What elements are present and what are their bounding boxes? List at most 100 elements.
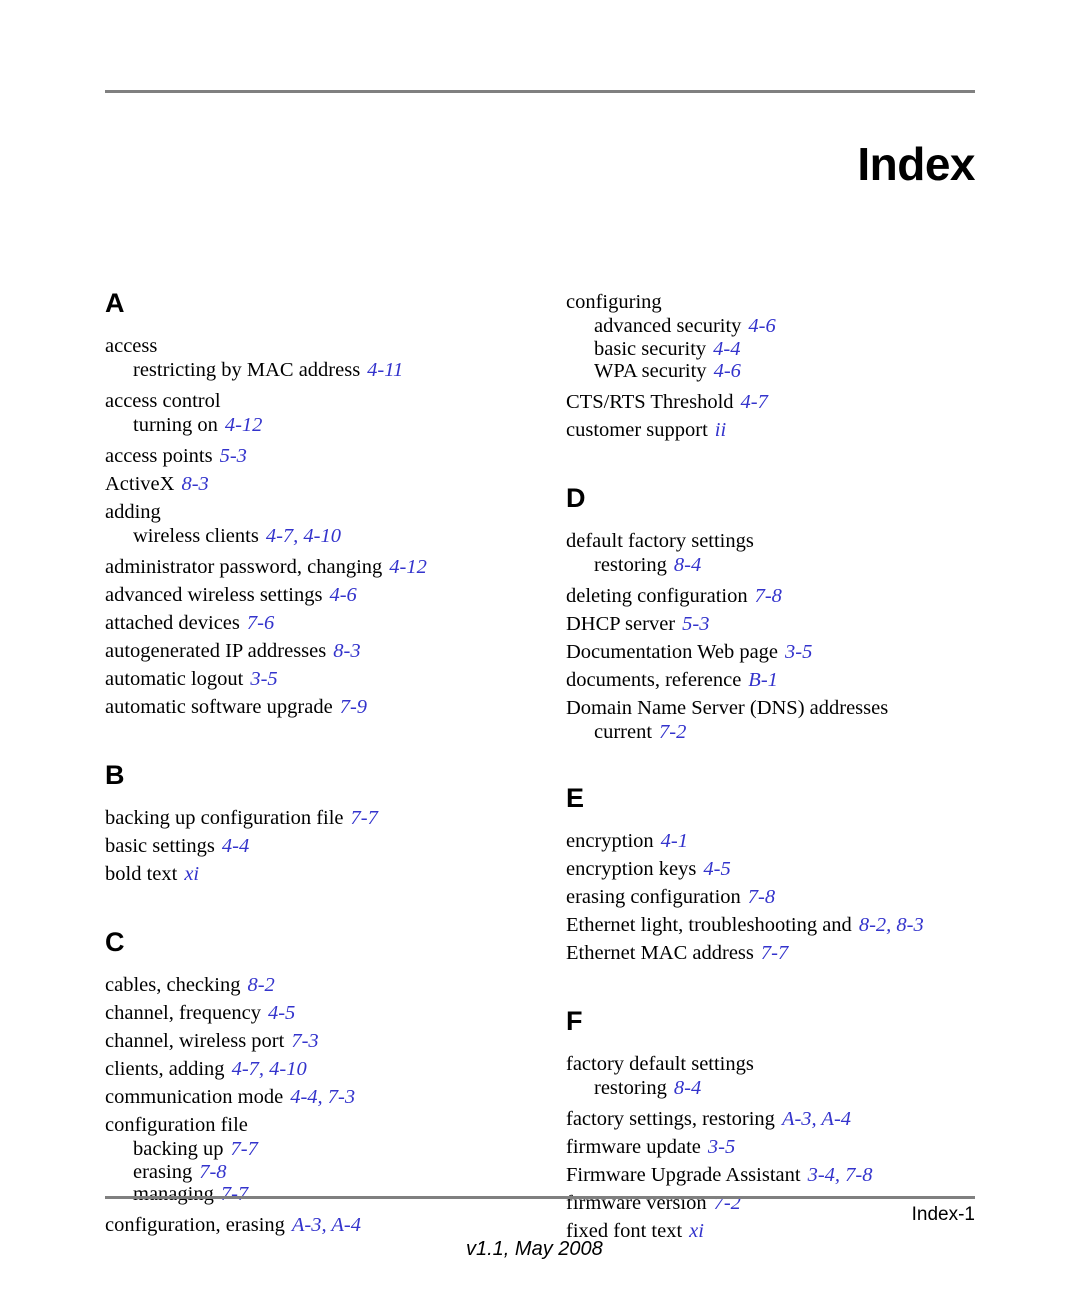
header-rule bbox=[105, 90, 975, 93]
index-entry: default factory settings bbox=[566, 527, 966, 555]
index-page-reference[interactable]: 4-7, 4-10 bbox=[232, 1058, 307, 1080]
index-entry: Documentation Web page 3-5 bbox=[566, 638, 966, 666]
section-letter: D bbox=[566, 483, 586, 513]
footer-version: v1.1, May 2008 bbox=[466, 1238, 603, 1260]
index-page-reference[interactable]: A-3, A-4 bbox=[782, 1108, 851, 1130]
index-page-reference[interactable]: xi bbox=[184, 863, 199, 885]
index-entry-label: configuring bbox=[566, 291, 662, 313]
index-entry: factory settings, restoring A-3, A-4 bbox=[566, 1105, 966, 1133]
index-subentry: backing up 7-7 bbox=[105, 1138, 505, 1161]
index-page-reference[interactable]: 7-8 bbox=[748, 886, 775, 908]
index-page-reference[interactable]: 7-7 bbox=[221, 1183, 248, 1205]
index-page-reference[interactable]: 5-3 bbox=[220, 445, 247, 467]
index-entry: access points 5-3 bbox=[105, 442, 505, 470]
index-subentry: erasing 7-8 bbox=[105, 1161, 505, 1184]
index-entry: attached devices 7-6 bbox=[105, 609, 505, 637]
index-entry: channel, frequency 4-5 bbox=[105, 999, 505, 1027]
index-page-reference[interactable]: B-1 bbox=[748, 669, 778, 691]
index-page-reference[interactable]: 5-3 bbox=[682, 613, 709, 635]
index-entry-label: cables, checking bbox=[105, 974, 241, 996]
index-section-e: Eencryption 4-1 encryption keys 4-5 erasing … bbox=[566, 783, 966, 967]
index-page-reference[interactable]: 4-4, 7-3 bbox=[290, 1086, 355, 1108]
index-page-reference[interactable]: 4-6 bbox=[714, 360, 741, 382]
index-entry-label: current bbox=[594, 721, 653, 743]
index-page-reference[interactable]: 7-2 bbox=[714, 1192, 741, 1214]
index-page-reference[interactable]: 7-7 bbox=[761, 942, 788, 964]
index-entry-label: configuration file bbox=[105, 1114, 248, 1136]
index-page-reference[interactable]: 7-9 bbox=[340, 696, 367, 718]
index-entry: communication mode 4-4, 7-3 bbox=[105, 1083, 505, 1111]
index-page-reference[interactable]: 4-12 bbox=[389, 556, 427, 578]
index-page-reference[interactable]: 3-5 bbox=[708, 1136, 735, 1158]
footer-rule bbox=[105, 1196, 975, 1199]
index-page-reference[interactable]: ii bbox=[715, 419, 726, 441]
index-subentry: restoring 8-4 bbox=[566, 554, 966, 577]
index-page-reference[interactable]: 7-3 bbox=[291, 1030, 318, 1052]
index-page-reference[interactable]: 8-4 bbox=[674, 554, 701, 576]
index-page-reference[interactable]: 7-6 bbox=[247, 612, 274, 634]
index-entry: advanced wireless settings 4-6 bbox=[105, 581, 505, 609]
index-entry-label: backing up configuration file bbox=[105, 807, 344, 829]
index-entry-label: advanced security bbox=[594, 315, 742, 337]
footer-page-number: Index-1 bbox=[911, 1204, 975, 1225]
index-entry-label: clients, adding bbox=[105, 1058, 225, 1080]
index-entry-label: Ethernet MAC address bbox=[566, 941, 754, 964]
section-letter: E bbox=[566, 782, 585, 813]
index-entry-label: adding bbox=[105, 501, 161, 523]
index-entry-label: backing up bbox=[133, 1138, 224, 1160]
index-page-reference[interactable]: 8-3 bbox=[181, 473, 208, 495]
index-entry: encryption 4-1 bbox=[566, 827, 966, 855]
index-entry-label: erasing configuration bbox=[566, 885, 741, 908]
index-entry-label: advanced wireless settings bbox=[105, 584, 323, 606]
index-entry-label: autogenerated IP addresses bbox=[105, 640, 327, 662]
index-page-reference[interactable]: 8-2, 8-3 bbox=[859, 914, 924, 936]
index-entry-label: access control bbox=[105, 390, 221, 412]
index-page-reference[interactable]: A-3, A-4 bbox=[292, 1214, 361, 1236]
index-entry: automatic software upgrade 7-9 bbox=[105, 693, 505, 721]
index-page-reference[interactable]: xi bbox=[689, 1220, 704, 1242]
index-page-reference[interactable]: 4-7 bbox=[741, 391, 768, 413]
index-page-reference[interactable]: 7-2 bbox=[659, 721, 686, 743]
index-subentry: WPA security 4-6 bbox=[566, 360, 966, 383]
index-entry-label: attached devices bbox=[105, 612, 240, 634]
index-page-reference[interactable]: 4-4 bbox=[713, 338, 740, 360]
index-subentry: turning on 4-12 bbox=[105, 414, 505, 437]
index-entry-label: configuration, erasing bbox=[105, 1214, 285, 1236]
index-entry-label: Firmware Upgrade Assistant bbox=[566, 1163, 801, 1186]
index-page-reference[interactable]: 4-4 bbox=[222, 835, 249, 857]
index-page-reference[interactable]: 3-5 bbox=[785, 641, 812, 663]
index-entry: backing up configuration file 7-7 bbox=[105, 804, 505, 832]
index-entry-label: restoring bbox=[594, 1076, 667, 1099]
index-entry: customer support ii bbox=[566, 416, 966, 444]
index-page-reference[interactable]: 7-7 bbox=[351, 807, 378, 829]
index-entry-label: erasing bbox=[133, 1160, 193, 1183]
index-entry-label: factory default settings bbox=[566, 1052, 754, 1075]
index-page-reference[interactable]: 8-3 bbox=[333, 640, 360, 662]
index-entry: bold text xi bbox=[105, 860, 505, 888]
index-page-reference[interactable]: 7-7 bbox=[231, 1138, 258, 1160]
index-entry-label: channel, frequency bbox=[105, 1002, 261, 1024]
index-page-reference[interactable]: 7-8 bbox=[755, 585, 782, 607]
index-page-reference[interactable]: 8-2 bbox=[247, 974, 274, 996]
index-entry: DHCP server 5-3 bbox=[566, 610, 966, 638]
index-page-reference[interactable]: 4-5 bbox=[268, 1002, 295, 1024]
index-page-reference[interactable]: 4-5 bbox=[703, 858, 730, 880]
index-page-reference[interactable]: 4-12 bbox=[225, 414, 263, 436]
index-entry-label: deleting configuration bbox=[566, 585, 748, 607]
index-page-reference[interactable]: 4-11 bbox=[367, 359, 403, 381]
index-entry: access bbox=[105, 332, 505, 360]
index-entry: documents, reference B-1 bbox=[566, 666, 966, 694]
index-entry: CTS/RTS Threshold 4-7 bbox=[566, 388, 966, 416]
index-page-reference[interactable]: 4-6 bbox=[748, 315, 775, 337]
index-page-reference[interactable]: 8-4 bbox=[674, 1077, 701, 1099]
index-page-reference[interactable]: 4-1 bbox=[661, 830, 688, 852]
index-page-reference[interactable]: 4-6 bbox=[329, 584, 356, 606]
index-page-reference[interactable]: 4-7, 4-10 bbox=[266, 525, 341, 547]
index-page-reference[interactable]: 3-5 bbox=[250, 668, 277, 690]
index-entry-label: factory settings, restoring bbox=[566, 1107, 775, 1130]
page-title: Index bbox=[857, 137, 975, 190]
index-entry-label: ActiveX bbox=[105, 473, 175, 495]
index-page-reference[interactable]: 3-4, 7-8 bbox=[808, 1164, 873, 1186]
index-entry: fixed font text xi bbox=[566, 1217, 966, 1245]
index-page-reference[interactable]: 7-8 bbox=[199, 1161, 226, 1183]
